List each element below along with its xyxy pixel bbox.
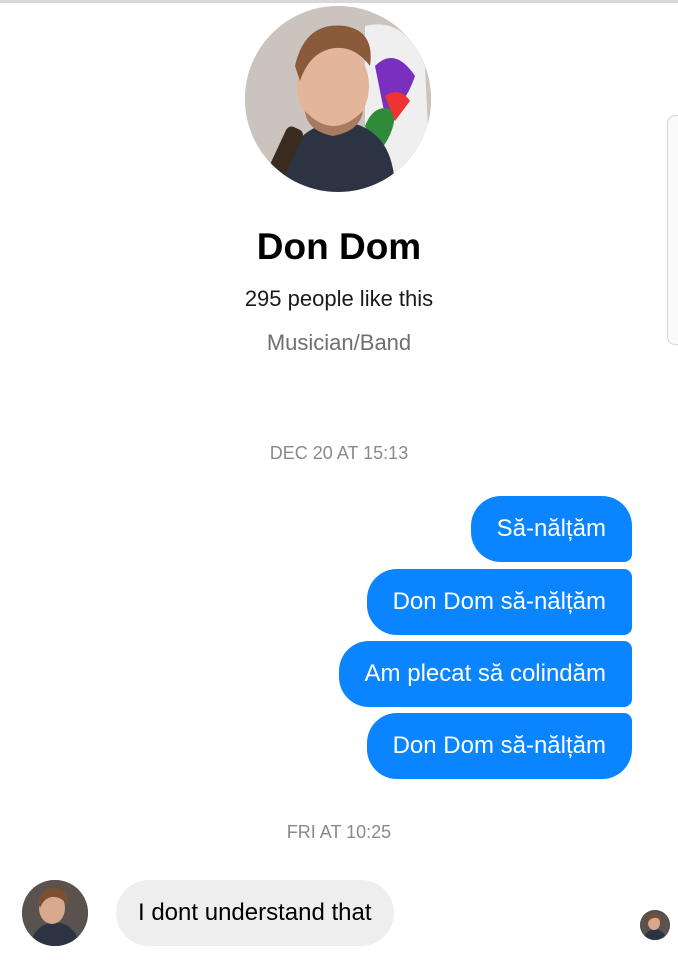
page-likes: 295 people like this — [244, 286, 434, 311]
outgoing-message[interactable]: Am plecat să colindăm — [338, 641, 632, 707]
timestamp: DEC 20 AT 15:13 — [269, 443, 409, 463]
outgoing-message[interactable]: Don Dom să-nălțăm — [366, 713, 632, 779]
top-divider — [0, 0, 678, 3]
page-name[interactable]: Don Dom — [0, 226, 678, 268]
read-receipt-avatar — [640, 910, 670, 940]
avatar[interactable] — [22, 880, 88, 946]
outgoing-message[interactable]: Să-nălțăm — [470, 496, 632, 562]
incoming-message[interactable]: I dont understand that — [116, 880, 394, 946]
timestamp: FRI AT 10:25 — [286, 822, 392, 842]
page-category: Musician/Band — [266, 330, 412, 355]
profile-photo[interactable] — [245, 6, 431, 192]
outgoing-message[interactable]: Don Dom să-nălțăm — [366, 569, 632, 635]
